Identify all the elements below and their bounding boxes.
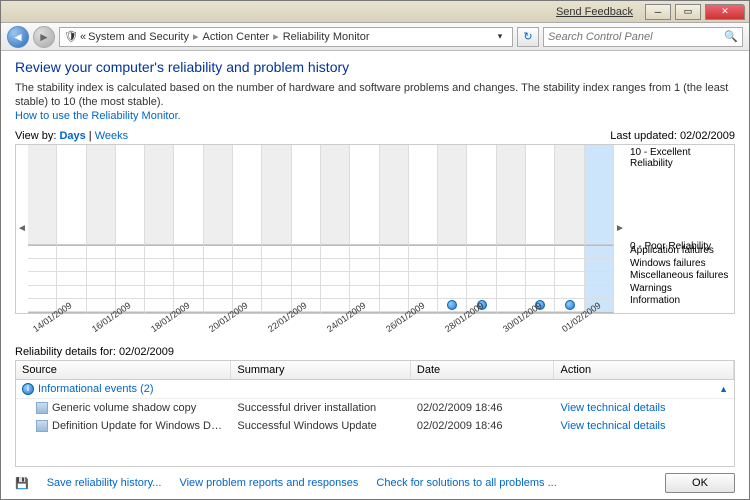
chart-col-top[interactable] (585, 145, 614, 246)
details-table: Source Summary Date Action iInformationa… (15, 360, 735, 467)
crumb-action-center[interactable]: Action Center (203, 31, 270, 43)
chart-col-bottom[interactable] (292, 245, 321, 312)
chart-col-bottom[interactable] (204, 245, 233, 312)
col-action[interactable]: Action (554, 361, 734, 379)
legend-row: Windows failures (630, 258, 730, 271)
chart-col-top[interactable] (555, 145, 584, 246)
view-days-link[interactable]: Days (59, 130, 85, 142)
ok-button[interactable]: OK (665, 473, 735, 493)
view-weeks-link[interactable]: Weeks (95, 130, 128, 142)
chart-col-bottom[interactable] (438, 245, 467, 312)
chart-scroll-right[interactable]: ► (614, 145, 626, 313)
col-date[interactable]: Date (411, 361, 555, 379)
view-details-link[interactable]: View technical details (554, 401, 734, 415)
minimize-button[interactable]: ─ (645, 4, 671, 20)
chart-col-top[interactable] (526, 145, 555, 246)
view-details-link[interactable]: View technical details (554, 419, 734, 433)
chart-col-top[interactable] (204, 145, 233, 246)
info-dot-icon (447, 300, 457, 310)
chart-col-top[interactable] (87, 145, 116, 246)
chart-col-bottom[interactable] (233, 245, 262, 312)
breadcrumb[interactable]: 🛡 « System and Security ▸ Action Center … (59, 27, 513, 47)
last-updated: Last updated: 02/02/2009 (610, 130, 735, 142)
page-description: The stability index is calculated based … (15, 81, 735, 110)
row-icon (36, 420, 48, 432)
chart-col-top[interactable] (233, 145, 262, 246)
chart-col-bottom[interactable] (555, 245, 584, 312)
how-to-link[interactable]: How to use the Reliability Monitor. (15, 110, 735, 122)
crumb-system-security[interactable]: System and Security (88, 31, 189, 43)
chart-col-top[interactable] (262, 145, 291, 246)
reliability-chart: ◄ ► 10 - Excellent Reliability 0 - Poor … (15, 144, 735, 314)
navbar: ◄ ► 🛡 « System and Security ▸ Action Cen… (1, 23, 749, 51)
view-reports-link[interactable]: View problem reports and responses (179, 477, 358, 489)
chart-col-top[interactable] (145, 145, 174, 246)
titlebar: Send Feedback ─ ▭ ✕ (1, 1, 749, 23)
chart-col-top[interactable] (321, 145, 350, 246)
collapse-icon[interactable]: ▲ (719, 384, 728, 394)
chart-col-bottom[interactable] (87, 245, 116, 312)
chart-col-top[interactable] (28, 145, 57, 246)
back-button[interactable]: ◄ (7, 26, 29, 48)
details-header: Reliability details for: 02/02/2009 (15, 346, 735, 358)
search-box[interactable]: 🔍 (543, 27, 743, 47)
chart-col-bottom[interactable] (350, 245, 379, 312)
info-dot-icon (565, 300, 575, 310)
save-history-link[interactable]: Save reliability history... (47, 477, 162, 489)
chart-scroll-left[interactable]: ◄ (16, 145, 28, 313)
chart-col-bottom[interactable] (262, 245, 291, 312)
folder-icon: 🛡 (64, 30, 78, 43)
chart-col-bottom[interactable] (497, 245, 526, 312)
info-icon: i (22, 383, 34, 395)
search-input[interactable] (548, 31, 738, 43)
chart-col-top[interactable] (116, 145, 145, 246)
close-button[interactable]: ✕ (705, 4, 745, 20)
chart-col-top[interactable] (467, 145, 496, 246)
chart-col-bottom[interactable] (409, 245, 438, 312)
search-icon: 🔍 (724, 30, 738, 43)
maximize-button[interactable]: ▭ (675, 4, 701, 20)
chart-col-top[interactable] (292, 145, 321, 246)
chart-col-top[interactable] (409, 145, 438, 246)
page-title: Review your computer's reliability and p… (15, 59, 735, 75)
chart-col-bottom[interactable] (174, 245, 203, 312)
table-row[interactable]: Generic volume shadow copySuccessful dri… (16, 399, 734, 417)
chart-col-bottom[interactable] (380, 245, 409, 312)
table-row[interactable]: Definition Update for Windows De...Succe… (16, 417, 734, 435)
check-solutions-link[interactable]: Check for solutions to all problems ... (376, 477, 556, 489)
legend-row: Application failures (630, 245, 730, 258)
content: Review your computer's reliability and p… (1, 51, 749, 499)
chart-col-top[interactable] (497, 145, 526, 246)
chart-col-bottom[interactable] (321, 245, 350, 312)
forward-button[interactable]: ► (33, 26, 55, 48)
disk-icon: 💾 (15, 477, 29, 490)
send-feedback-link[interactable]: Send Feedback (556, 6, 633, 18)
chart-col-bottom[interactable] (57, 245, 86, 312)
chart-col-bottom[interactable] (145, 245, 174, 312)
refresh-button[interactable]: ↻ (517, 27, 539, 47)
chart-col-top[interactable] (174, 145, 203, 246)
chart-col-bottom[interactable] (28, 245, 57, 312)
group-informational[interactable]: iInformational events (2) ▲ (16, 380, 734, 399)
chart-col-top[interactable] (350, 145, 379, 246)
chart-legend: 10 - Excellent Reliability 0 - Poor Reli… (626, 145, 734, 313)
crumb-reliability-monitor[interactable]: Reliability Monitor (283, 31, 370, 43)
footer: 💾 Save reliability history... View probl… (15, 467, 735, 493)
chart-col-bottom[interactable] (116, 245, 145, 312)
chart-col-top[interactable] (380, 145, 409, 246)
chart-col-bottom[interactable] (526, 245, 555, 312)
col-source[interactable]: Source (16, 361, 231, 379)
chart-col-bottom[interactable] (585, 245, 614, 312)
row-icon (36, 402, 48, 414)
legend-row: Warnings (630, 283, 730, 296)
chart-col-top[interactable] (438, 145, 467, 246)
view-by: View by: Days | Weeks (15, 130, 128, 142)
legend-row: Information (630, 295, 730, 308)
legend-row: Miscellaneous failures (630, 270, 730, 283)
chart-col-top[interactable] (57, 145, 86, 246)
breadcrumb-dropdown[interactable]: ▾ (492, 29, 508, 45)
col-summary[interactable]: Summary (231, 361, 411, 379)
